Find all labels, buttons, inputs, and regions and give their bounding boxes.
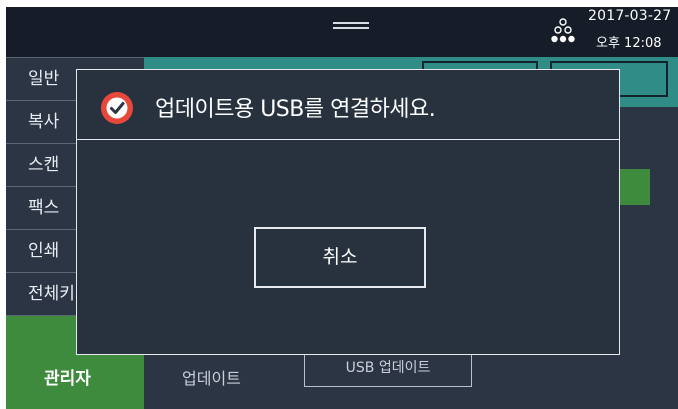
- cancel-button[interactable]: 취소: [254, 227, 426, 288]
- network-icon: [551, 18, 575, 43]
- usb-update-button[interactable]: USB 업데이트: [304, 353, 472, 387]
- check-circle-icon: [101, 92, 133, 124]
- dialog-message: 업데이트용 USB를 연결하세요.: [155, 97, 436, 122]
- drawer-handle-icon[interactable]: [333, 22, 369, 29]
- status-indicator: [620, 169, 650, 205]
- dialog-header: 업데이트용 USB를 연결하세요.: [77, 70, 619, 140]
- status-bar: 2017-03-27 오후 12:08: [6, 7, 678, 57]
- status-time: 오후 12:08: [596, 36, 662, 51]
- update-label: 업데이트: [182, 369, 241, 388]
- status-date: 2017-03-27: [588, 8, 672, 24]
- usb-prompt-dialog: 업데이트용 USB를 연결하세요. 취소: [76, 69, 620, 355]
- device-screen: 2017-03-27 오후 12:08 일반 복사 스캔 팩스 인쇄 전체키 관…: [6, 7, 678, 409]
